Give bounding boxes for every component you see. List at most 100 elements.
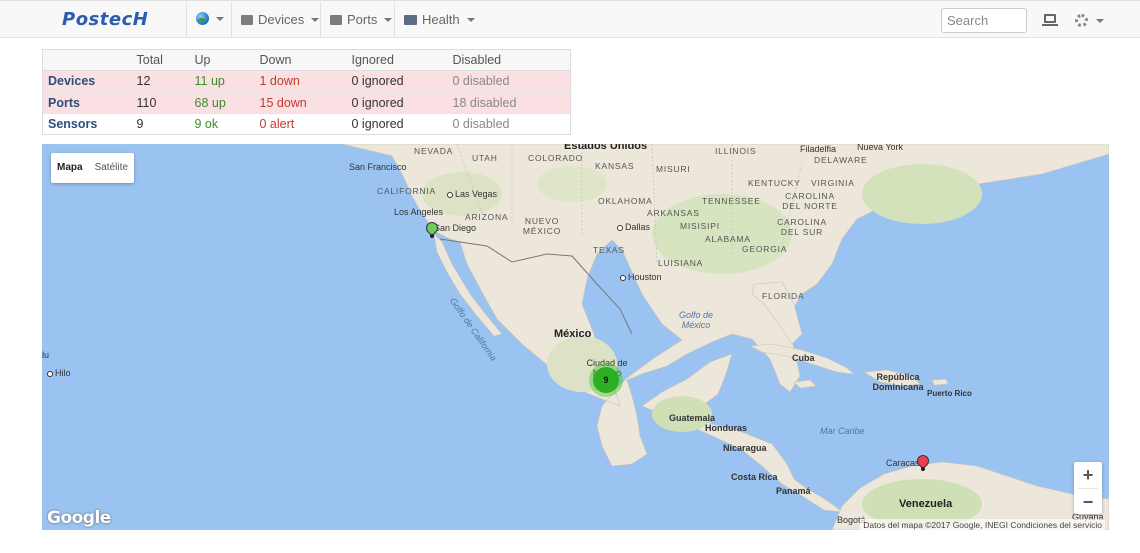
map-label: ALABAMA	[705, 234, 751, 244]
ignored-cell[interactable]: 0 ignored	[346, 91, 448, 114]
map-label: LUISIANA	[658, 258, 704, 268]
ports-menu-label: Ports	[347, 12, 378, 27]
map-label: UTAH	[472, 153, 498, 163]
row-label-ports[interactable]: Ports	[42, 91, 132, 114]
down-cell[interactable]: 15 down	[254, 91, 347, 114]
search-input[interactable]	[941, 8, 1027, 33]
disabled-cell[interactable]: 0 disabled	[447, 70, 571, 92]
globe-icon	[196, 12, 209, 25]
top-navbar: PostecH Devices Ports Health	[0, 0, 1140, 38]
map-type-satellite-button[interactable]: Satélite	[89, 153, 134, 183]
zoom-in-button[interactable]: +	[1074, 462, 1102, 488]
column-header: Up	[189, 49, 255, 72]
map-label: KENTUCKY	[748, 178, 801, 188]
map-label: Nicaragua	[723, 443, 767, 453]
health-menu-label: Health	[422, 12, 460, 27]
map-label: lu	[42, 350, 50, 360]
server-icon	[241, 14, 253, 25]
ports-menu[interactable]: Ports	[330, 12, 393, 27]
chevron-down-icon	[384, 17, 393, 22]
map-label: KANSAS	[595, 161, 635, 171]
zoom-control: + −	[1074, 462, 1102, 514]
total-cell: 12	[131, 70, 190, 92]
health-monitor-icon	[404, 14, 417, 25]
jamaica-land	[793, 379, 817, 389]
health-menu[interactable]: Health	[404, 12, 475, 27]
row-label-devices[interactable]: Devices	[42, 70, 132, 92]
map-label: GEORGIA	[742, 244, 788, 254]
marker-anchor	[430, 234, 434, 238]
device-map[interactable]: Mapa Satélite Estados Unidos NEVADA UTAH…	[42, 144, 1109, 530]
terrain-patch	[537, 166, 607, 202]
disabled-cell[interactable]: 18 disabled	[447, 91, 571, 114]
map-type-control: Mapa Satélite	[51, 153, 134, 183]
map-label: CALIFORNIA	[377, 186, 437, 196]
map-label: Costa Rica	[731, 472, 778, 482]
map-label: Nueva York	[857, 144, 904, 152]
devices-menu[interactable]: Devices	[241, 12, 320, 27]
table-row: Devices 12 11 up 1 down 0 ignored 0 disa…	[42, 70, 571, 92]
map-label: TEXAS	[593, 245, 625, 255]
map-label: NEVADA	[414, 146, 454, 156]
map-label: México	[554, 328, 592, 340]
map-label: ARKANSAS	[647, 208, 700, 218]
laptop-icon[interactable]	[1042, 14, 1058, 26]
map-label: Cuba	[792, 353, 815, 363]
column-header: Ignored	[346, 49, 448, 72]
globe-menu[interactable]	[196, 12, 224, 25]
nav-divider	[394, 2, 395, 38]
network-port-icon	[330, 14, 342, 25]
map-label: Houston	[620, 272, 662, 282]
gear-icon[interactable]	[1075, 14, 1088, 27]
down-cell[interactable]: 1 down	[254, 70, 347, 92]
map-label: Panamá	[776, 486, 811, 496]
marker-anchor	[921, 467, 925, 471]
map-label: Caracas	[886, 458, 920, 468]
map-type-map-button[interactable]: Mapa	[51, 153, 89, 183]
devices-menu-label: Devices	[258, 12, 305, 27]
column-header: Disabled	[447, 49, 571, 72]
map-label: Golfo de México	[678, 310, 714, 330]
google-logo[interactable]: Google	[47, 508, 111, 528]
map-label: VIRGINIA	[811, 178, 855, 188]
map-label: CAROLINA DEL SUR	[777, 217, 827, 237]
chevron-down-icon	[216, 16, 224, 21]
nav-divider	[231, 2, 232, 38]
nav-divider	[320, 2, 321, 38]
terrain-patch	[862, 164, 982, 224]
map-label: TENNESSEE	[702, 196, 761, 206]
map-label: Las Vegas	[447, 189, 497, 199]
zoom-out-button[interactable]: −	[1074, 489, 1102, 515]
map-label: Estados Unidos	[564, 144, 648, 152]
table-row: Ports 110 68 up 15 down 0 ignored 18 dis…	[42, 91, 571, 114]
up-cell[interactable]: 11 up	[189, 70, 255, 92]
map-label: San Francisco	[349, 162, 407, 172]
map-label: Venezuela	[899, 498, 953, 510]
down-cell[interactable]: 0 alert	[254, 112, 347, 135]
map-label: Honduras	[705, 423, 748, 433]
map-attribution[interactable]: Datos del mapa ©2017 Google, INEGI Condi…	[860, 519, 1105, 530]
map-label: MISURI	[656, 164, 691, 174]
map-label: Los Angeles	[394, 207, 444, 217]
ignored-cell[interactable]: 0 ignored	[346, 70, 448, 92]
up-cell[interactable]: 9 ok	[189, 112, 255, 135]
table-row: Sensors 9 9 ok 0 alert 0 ignored 0 disab…	[42, 112, 571, 135]
map-label: Mar Caribe	[820, 426, 865, 436]
chevron-down-icon	[311, 17, 320, 22]
disabled-cell[interactable]: 0 disabled	[447, 112, 571, 135]
central-america-land	[641, 353, 843, 513]
total-cell: 110	[131, 91, 190, 114]
up-cell[interactable]: 68 up	[189, 91, 255, 114]
row-label-sensors[interactable]: Sensors	[42, 112, 132, 135]
map-label: CAROLINA DEL NORTE	[782, 191, 838, 211]
table-header-row: Total Up Down Ignored Disabled	[42, 49, 571, 72]
chevron-down-icon	[466, 17, 475, 22]
brand-logo[interactable]: PostecH	[62, 9, 148, 30]
map-label: OKLAHOMA	[598, 196, 653, 206]
map-label: Filadelfia	[800, 144, 837, 154]
ignored-cell[interactable]: 0 ignored	[346, 112, 448, 135]
device-cluster-marker[interactable]: 9	[593, 367, 619, 393]
puerto-rico-land	[931, 378, 949, 386]
chevron-down-icon[interactable]	[1096, 19, 1104, 23]
map-label: Dallas	[617, 222, 650, 232]
